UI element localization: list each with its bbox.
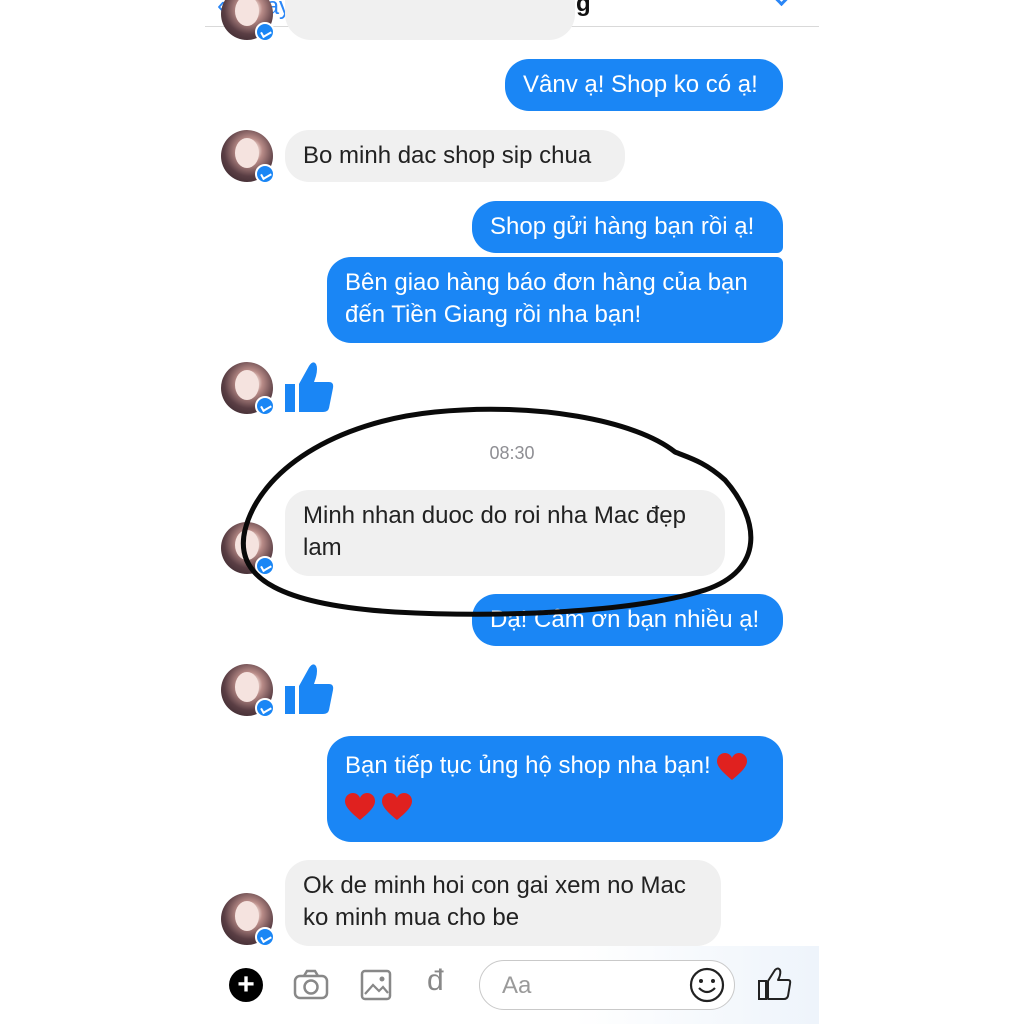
avatar[interactable] [221,664,275,718]
thumbs-up-icon [285,362,334,412]
message-timestamp: 08:30 [489,443,535,463]
avatar[interactable] [221,130,275,184]
messenger-badge-icon [255,556,275,576]
thumbs-up-icon[interactable] [757,966,793,1002]
avatar[interactable] [221,362,275,416]
outgoing-message-bubble[interactable]: Vânv ạ! Shop ko có ạ! [505,59,783,111]
plus-circle-icon[interactable]: + [229,968,263,1002]
dong-icon[interactable]: đ [427,964,444,998]
incoming-message-bubble[interactable]: Ok de minh hoi con gai xem no Mac ko min… [285,860,721,946]
smiley-icon[interactable] [688,966,726,1004]
message-input[interactable]: Aa [479,960,735,1010]
avatar[interactable] [221,0,275,42]
message-text-line: Ok de minh hoi con gai xem no Mac [303,872,686,899]
heart-icon [381,792,412,820]
outgoing-message-bubble[interactable]: Shop gửi hàng bạn rồi ạ! [472,201,783,253]
message-text: Bạn tiếp tục ủng hộ shop nha bạn! [345,752,711,779]
outgoing-message-bubble[interactable]: Bạn tiếp tục ủng hộ shop nha bạn! [327,736,783,842]
message-text-line: Bên giao hàng báo đơn hàng của bạn [345,269,748,296]
message-text-line: Minh nhan duoc do roi nha Mac đẹp [303,502,686,529]
heart-icon [345,792,375,820]
message-text: Shop gửi hàng bạn rồi ạ! [490,213,755,240]
outgoing-message-bubble[interactable]: Bên giao hàng báo đơn hàng của bạn đến T… [327,257,783,343]
message-text-line: đến Tiền Giang rồi nha bạn! [345,301,642,328]
message-text: Vânv ạ! Shop ko có ạ! [523,71,758,98]
incoming-message-bubble[interactable]: Bo minh dac shop sip chua [285,130,625,182]
image-icon[interactable] [359,968,395,1002]
camera-icon[interactable] [293,968,329,1002]
messenger-badge-icon [255,164,275,184]
chat-screen: ‹Quay lại Nhung Hoang Vânv ạ! Shop ko có… [205,0,819,1024]
message-text-line: ko minh mua cho be [303,904,520,931]
outgoing-message-bubble[interactable]: Dạ! Cảm ơn bạn nhiều ạ! [472,594,783,646]
message-composer: + đ Aa [205,946,819,1024]
avatar[interactable] [221,893,275,947]
incoming-message-bubble[interactable]: Minh nhan duoc do roi nha Mac đẹp lam [285,490,725,576]
message-text: Bo minh dac shop sip chua [303,142,592,169]
messenger-badge-icon [255,22,275,42]
heart-icon [717,752,748,780]
message-text: Dạ! Cảm ơn bạn nhiều ạ! [490,606,760,633]
avatar[interactable] [221,522,275,576]
message-input-placeholder: Aa [502,972,532,999]
message-text-line: lam [303,534,342,561]
messenger-badge-icon [255,698,275,718]
messenger-badge-icon [255,927,275,947]
messenger-badge-icon [255,396,275,416]
thumbs-up-icon [285,664,334,714]
incoming-message-bubble [285,0,575,40]
